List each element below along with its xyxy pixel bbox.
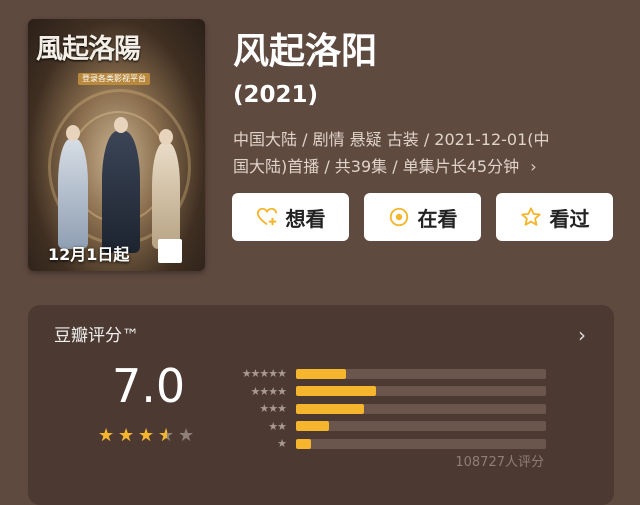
rating-distribution: ★★★★★ ★★★★ ★★★ ★★ ★ <box>228 365 546 453</box>
drama-meta-info[interactable]: 中国大陆 / 剧情 悬疑 古装 / 2021-12-01(中 国大陆)首播 / … <box>233 126 618 180</box>
distribution-stars-label: ★ <box>277 437 287 450</box>
distribution-track <box>296 421 546 431</box>
poster-figure-right <box>152 129 180 249</box>
rating-label: 豆瓣评分™ <box>54 326 139 346</box>
want-to-watch-button[interactable]: 想看 <box>232 193 349 241</box>
chevron-right-icon[interactable]: › <box>578 323 586 347</box>
watching-label: 在看 <box>417 206 458 231</box>
poster-qr-code <box>158 239 182 263</box>
rating-distribution-row: ★ <box>228 435 546 452</box>
release-year: (2021) <box>233 82 319 108</box>
rating-distribution-row: ★★ <box>228 418 546 435</box>
distribution-bar <box>296 403 364 414</box>
watched-label: 看过 <box>549 206 590 231</box>
rating-count: 108727人评分 <box>455 455 544 470</box>
meta-line-1: 中国大陆 / 剧情 悬疑 古装 / 2021-12-01(中 <box>233 130 550 149</box>
watching-button[interactable]: 在看 <box>364 193 481 241</box>
distribution-bar <box>296 438 311 449</box>
poster-badge: 登录各类影视平台 <box>78 73 150 85</box>
rating-card[interactable]: 豆瓣评分™ › 7.0 ★★★★★★★★★★ ★★★★★★★★★★★★★★★ 1… <box>28 305 614 505</box>
distribution-bar <box>296 421 329 431</box>
poster-figure-center <box>102 117 140 253</box>
distribution-stars-label: ★★ <box>268 419 287 433</box>
page-title: 风起洛阳 <box>233 31 378 72</box>
poster-date: 12月1日起 <box>48 245 130 264</box>
watched-button[interactable]: 看过 <box>496 193 613 241</box>
distribution-stars-label: ★★★ <box>259 402 287 415</box>
distribution-track <box>296 438 546 449</box>
distribution-track <box>296 386 546 396</box>
chevron-right-icon[interactable]: › <box>530 157 536 176</box>
want-to-watch-label: 想看 <box>285 206 326 231</box>
distribution-track <box>296 403 546 414</box>
poster-calligraphy-title: 風起洛陽 <box>36 34 141 65</box>
distribution-bar <box>296 368 346 379</box>
distribution-stars-label: ★★★★ <box>250 384 287 398</box>
heart-plus-icon <box>256 207 277 226</box>
rating-distribution-row: ★★★★ <box>228 383 546 400</box>
poster-figure-left <box>58 125 88 249</box>
distribution-bar <box>296 386 376 396</box>
rating-distribution-row: ★★★★★ <box>228 365 546 382</box>
rating-score: 7.0 <box>112 359 186 413</box>
dot-circle-icon <box>389 207 408 227</box>
star-outline-icon <box>520 207 541 226</box>
meta-line-2: 国大陆)首播 / 共39集 / 单集片长45分钟 <box>233 157 520 176</box>
drama-poster[interactable]: 風起洛陽 登录各类影视平台 12月1日起 <box>28 19 205 271</box>
distribution-stars-label: ★★★★★ <box>241 367 287 380</box>
rating-distribution-row: ★★★ <box>228 400 546 417</box>
distribution-track <box>296 368 546 379</box>
